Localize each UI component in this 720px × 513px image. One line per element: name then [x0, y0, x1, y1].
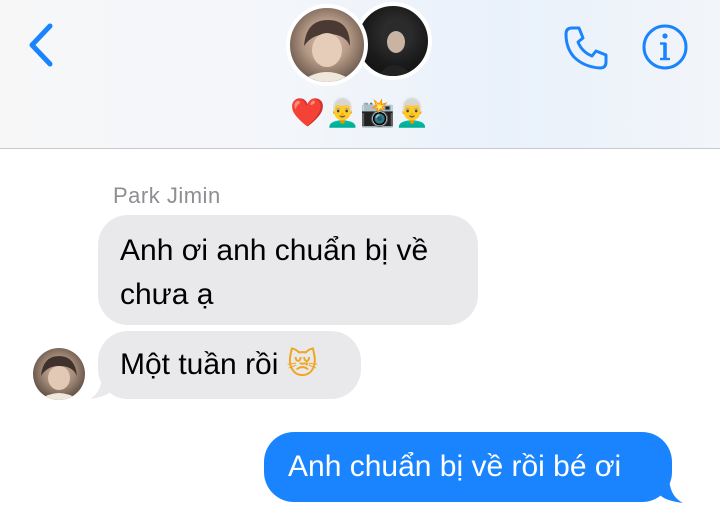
message-bubble[interactable]: Một tuần rồi 😿: [98, 331, 361, 399]
sender-name: Park Jimin: [113, 183, 221, 208]
info-button[interactable]: [640, 22, 690, 72]
chevron-left-icon: [29, 23, 53, 67]
message-text: Anh chuẩn bị về rồi bé ơi: [288, 450, 622, 483]
message-text: Anh ơi anh chuẩn bị về chưa ạ: [120, 234, 429, 311]
group-avatar[interactable]: [286, 2, 436, 86]
chat-screen: ❤️👨‍🦳📸👨‍🦳 Park Jimin Anh ơi anh chuẩn bị…: [0, 0, 720, 513]
message-bubble[interactable]: Anh ơi anh chuẩn bị về chưa ạ: [98, 215, 478, 325]
sender-avatar[interactable]: [33, 348, 85, 400]
message-bubble[interactable]: Anh chuẩn bị về rồi bé ơi: [264, 432, 672, 502]
crying-cat-emoji: 😿: [286, 347, 319, 382]
call-button[interactable]: [560, 22, 612, 74]
back-button[interactable]: [22, 20, 62, 70]
avatar: [286, 4, 368, 86]
phone-icon: [564, 26, 608, 70]
group-name[interactable]: ❤️👨‍🦳📸👨‍🦳: [290, 93, 430, 133]
info-icon: [642, 24, 688, 70]
message-text: Một tuần rồi: [120, 348, 279, 381]
chat-header: ❤️👨‍🦳📸👨‍🦳: [0, 0, 720, 149]
